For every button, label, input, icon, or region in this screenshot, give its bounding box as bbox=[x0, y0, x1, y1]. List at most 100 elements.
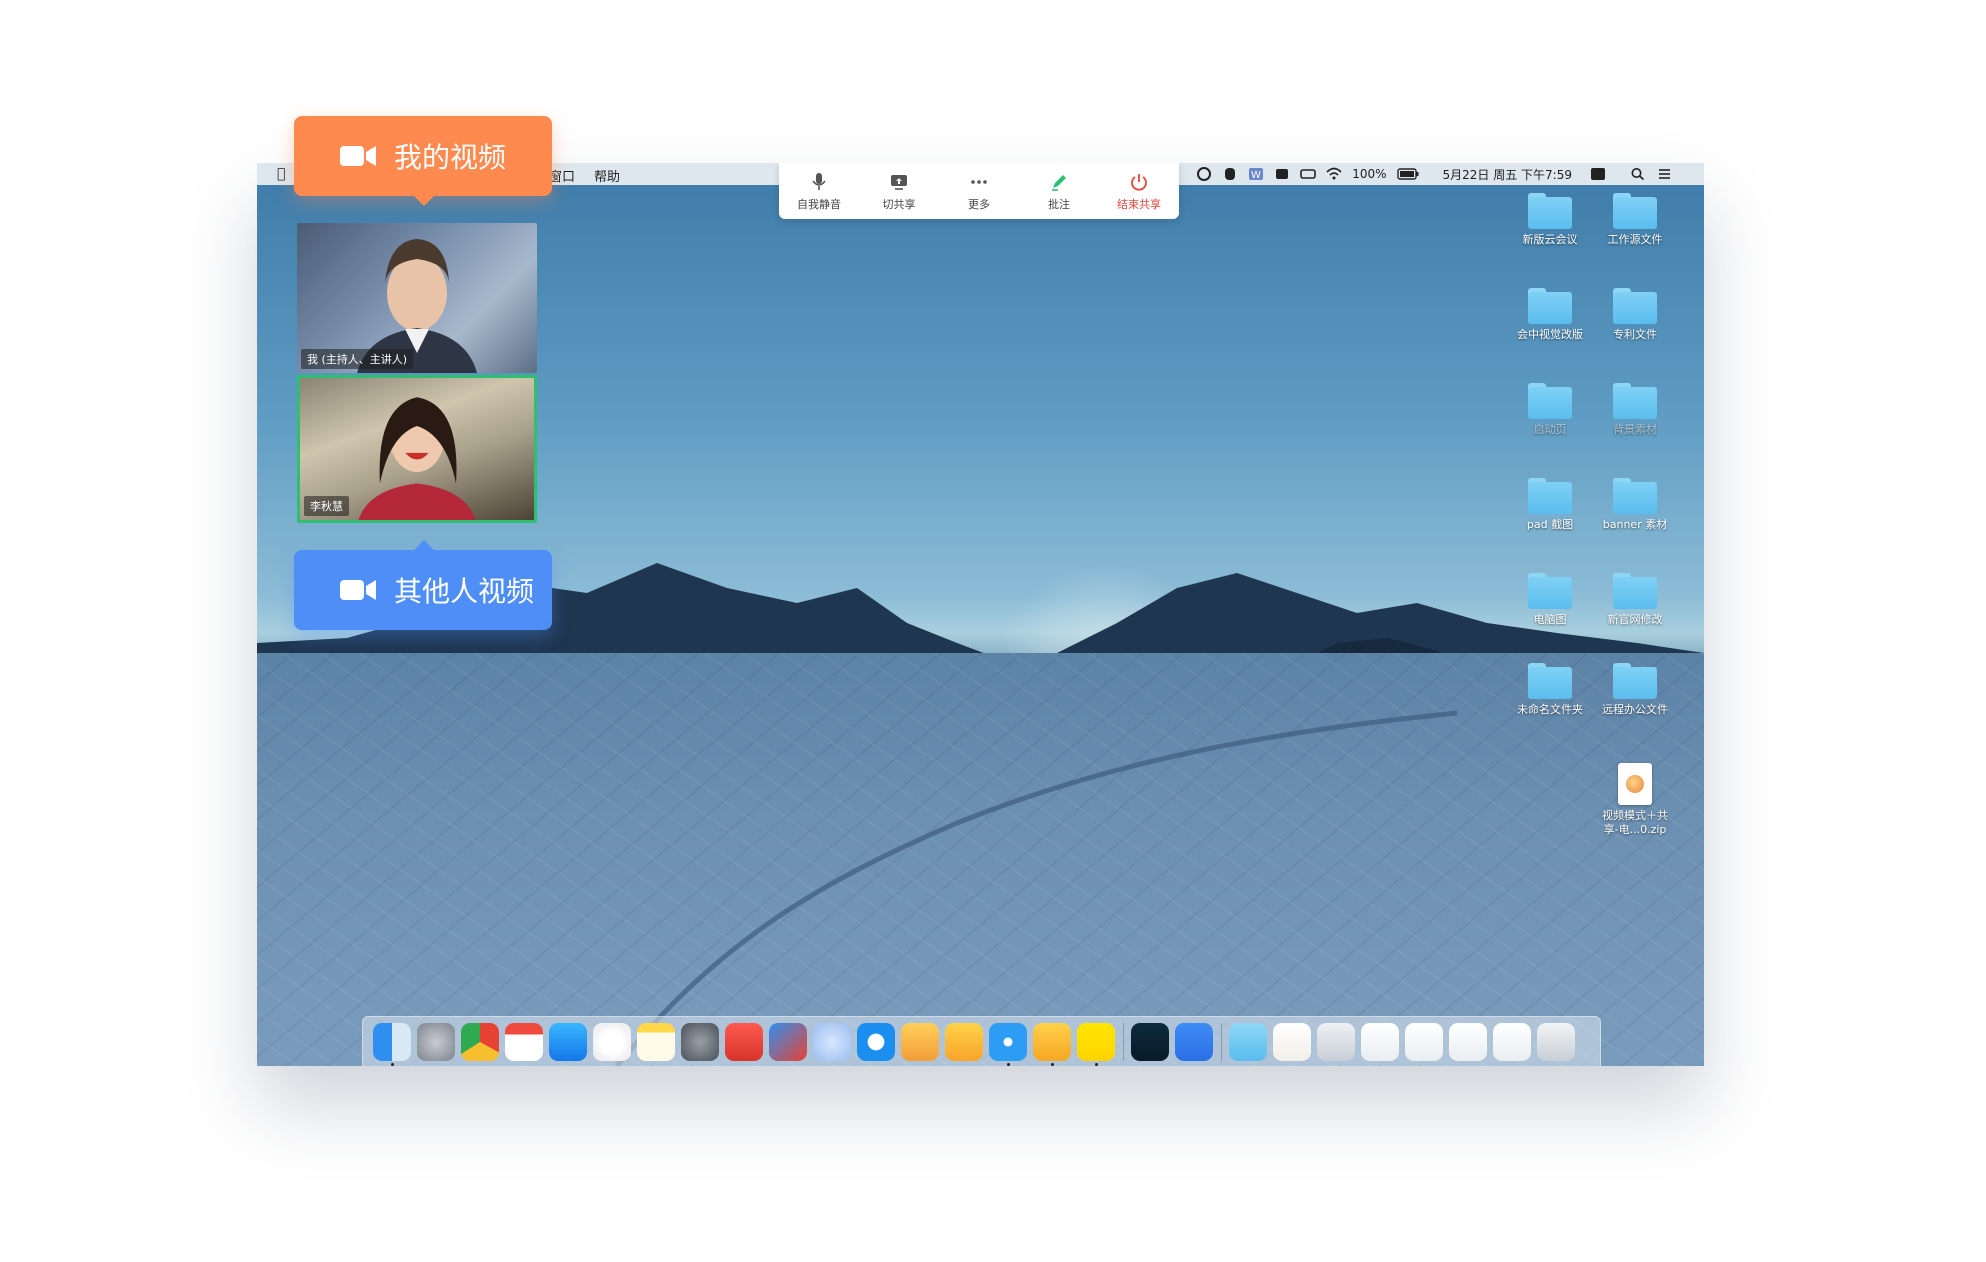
finder-icon[interactable] bbox=[373, 1023, 411, 1061]
my-video-name: 我 (主持人、主讲人) bbox=[301, 349, 414, 369]
keyboard-icon[interactable] bbox=[1300, 167, 1317, 181]
desktop-folder[interactable]: pad 截图 bbox=[1507, 478, 1593, 532]
blue-app-icon[interactable] bbox=[769, 1023, 807, 1061]
quote-app-icon[interactable] bbox=[1077, 1023, 1115, 1061]
browser-icon[interactable] bbox=[857, 1023, 895, 1061]
folder-icon bbox=[1528, 573, 1572, 609]
desktop-folder[interactable]: banner 素材 bbox=[1592, 478, 1678, 532]
dock-running-indicator bbox=[1007, 1063, 1010, 1066]
desktop-folder-label: 未命名文件夹 bbox=[1517, 703, 1583, 716]
battery-icon[interactable] bbox=[1396, 167, 1419, 181]
atom-icon[interactable] bbox=[813, 1023, 851, 1061]
menu-window[interactable]: 窗口 bbox=[549, 166, 575, 185]
creative-cloud-icon[interactable] bbox=[1196, 167, 1212, 181]
red-app-icon[interactable] bbox=[725, 1023, 763, 1061]
document-icon[interactable] bbox=[1273, 1023, 1311, 1061]
folder-icon bbox=[1613, 193, 1657, 229]
notification-center-icon[interactable] bbox=[1656, 167, 1672, 181]
launchpad-icon[interactable] bbox=[417, 1023, 455, 1061]
screenshot-1-icon[interactable] bbox=[1361, 1023, 1399, 1061]
safari-icon[interactable] bbox=[989, 1023, 1027, 1061]
input-method-icon[interactable] bbox=[1590, 167, 1606, 181]
share-toolbar: 自我静音 切共享 更多 批注 结束共享 bbox=[779, 163, 1179, 219]
desktop-folder[interactable]: 远程办公文件 bbox=[1592, 663, 1678, 717]
desktop-folder[interactable]: 背景素材 bbox=[1592, 383, 1678, 437]
desktop-folder[interactable]: 启动页 bbox=[1507, 383, 1593, 437]
folder-icon bbox=[1613, 383, 1657, 419]
wifi-icon[interactable] bbox=[1326, 167, 1342, 181]
desktop-folder[interactable]: 工作源文件 bbox=[1592, 193, 1678, 247]
desktop-folder[interactable]: 会中视觉改版 bbox=[1507, 288, 1593, 342]
desktop-folder[interactable]: 电脑图 bbox=[1507, 573, 1593, 627]
switch-share-label: 切共享 bbox=[882, 197, 916, 211]
folder-icon bbox=[1528, 383, 1572, 419]
phone-preview-icon[interactable] bbox=[1317, 1023, 1355, 1061]
others-video-callout: 其他人视频 bbox=[294, 540, 552, 630]
dock-running-indicator bbox=[391, 1063, 394, 1066]
paw-icon[interactable] bbox=[901, 1023, 939, 1061]
dock-separator bbox=[1123, 1023, 1124, 1061]
word-icon[interactable]: W bbox=[1248, 167, 1264, 181]
menu-help[interactable]: 帮助 bbox=[594, 166, 620, 185]
folder-dock-icon[interactable] bbox=[1229, 1023, 1267, 1061]
zoom-icon[interactable] bbox=[1175, 1023, 1213, 1061]
end-share-label: 结束共享 bbox=[1117, 197, 1161, 211]
sketch-icon[interactable] bbox=[945, 1023, 983, 1061]
switch-share-icon bbox=[891, 174, 907, 190]
desktop-folder-label: 专利文件 bbox=[1613, 328, 1657, 341]
mute-self-button[interactable]: 自我静音 bbox=[784, 171, 854, 212]
desktop-folder[interactable]: 专利文件 bbox=[1592, 288, 1678, 342]
others-video-callout-label: 其他人视频 bbox=[394, 575, 535, 608]
desktop-folder-label: banner 素材 bbox=[1602, 518, 1668, 531]
hex-app-icon[interactable] bbox=[1033, 1023, 1071, 1061]
other-video-tile[interactable]: 李秋慧 bbox=[297, 375, 537, 523]
end-share-button[interactable]: 结束共享 bbox=[1104, 171, 1174, 212]
calendar-icon[interactable] bbox=[505, 1023, 543, 1061]
apple-menu-icon[interactable]:  bbox=[277, 166, 285, 182]
switch-share-button[interactable]: 切共享 bbox=[864, 171, 934, 212]
desktop-folder-label: 启动页 bbox=[1533, 423, 1567, 436]
dock bbox=[362, 1016, 1601, 1066]
ghost-icon[interactable] bbox=[1222, 167, 1238, 181]
more-icon bbox=[971, 179, 987, 184]
my-video-tile[interactable]: 我 (主持人、主讲人) bbox=[297, 223, 537, 373]
spotlight-search-icon[interactable] bbox=[1630, 167, 1646, 181]
desktop-folder[interactable]: 未命名文件夹 bbox=[1507, 663, 1593, 717]
folder-icon bbox=[1528, 288, 1572, 324]
annotate-label: 批注 bbox=[1048, 197, 1070, 211]
notification-icon[interactable] bbox=[1274, 167, 1290, 181]
more-label: 更多 bbox=[968, 197, 990, 211]
more-button[interactable]: 更多 bbox=[944, 171, 1014, 212]
notes-icon[interactable] bbox=[637, 1023, 675, 1061]
video-camera-icon bbox=[340, 580, 376, 600]
folder-icon bbox=[1528, 193, 1572, 229]
dock-separator bbox=[1221, 1023, 1222, 1061]
folder-icon bbox=[1613, 663, 1657, 699]
other-video-name: 李秋慧 bbox=[304, 496, 349, 516]
desktop-folder-label: pad 截图 bbox=[1526, 518, 1574, 531]
screenshot-2-icon[interactable] bbox=[1405, 1023, 1443, 1061]
zip-file-icon[interactable]: 视频模式＋共 享-电...0.zip bbox=[1592, 763, 1678, 837]
trash-icon[interactable] bbox=[1537, 1023, 1575, 1061]
music-icon[interactable] bbox=[593, 1023, 631, 1061]
screenshot-4-icon[interactable] bbox=[1493, 1023, 1531, 1061]
zip-archive-icon bbox=[1618, 763, 1652, 805]
app-store-icon[interactable] bbox=[549, 1023, 587, 1061]
desktop-folder-label: 新版云会议 bbox=[1522, 233, 1578, 246]
desktop-folder-label: 远程办公文件 bbox=[1602, 703, 1668, 716]
chrome-icon[interactable] bbox=[461, 1023, 499, 1061]
photoshop-icon[interactable] bbox=[1131, 1023, 1169, 1061]
desktop-folder[interactable]: 新版云会议 bbox=[1507, 193, 1593, 247]
video-camera-icon bbox=[340, 146, 376, 166]
rock-trail bbox=[615, 710, 1458, 1066]
desktop-folder-label: 背景素材 bbox=[1613, 423, 1657, 436]
system-preferences-icon[interactable] bbox=[681, 1023, 719, 1061]
microphone-icon bbox=[812, 172, 826, 190]
desktop-folder[interactable]: 新官网修改 bbox=[1592, 573, 1678, 627]
annotate-button[interactable]: 批注 bbox=[1024, 171, 1094, 212]
desktop-folder-label: 新官网修改 bbox=[1607, 613, 1663, 626]
menu-datetime[interactable]: 5月22日 周五 下午7:59 bbox=[1443, 166, 1572, 183]
zip-file-label-line2: 享-电...0.zip bbox=[1603, 823, 1667, 836]
desktop-folder-label: 工作源文件 bbox=[1607, 233, 1663, 246]
screenshot-3-icon[interactable] bbox=[1449, 1023, 1487, 1061]
